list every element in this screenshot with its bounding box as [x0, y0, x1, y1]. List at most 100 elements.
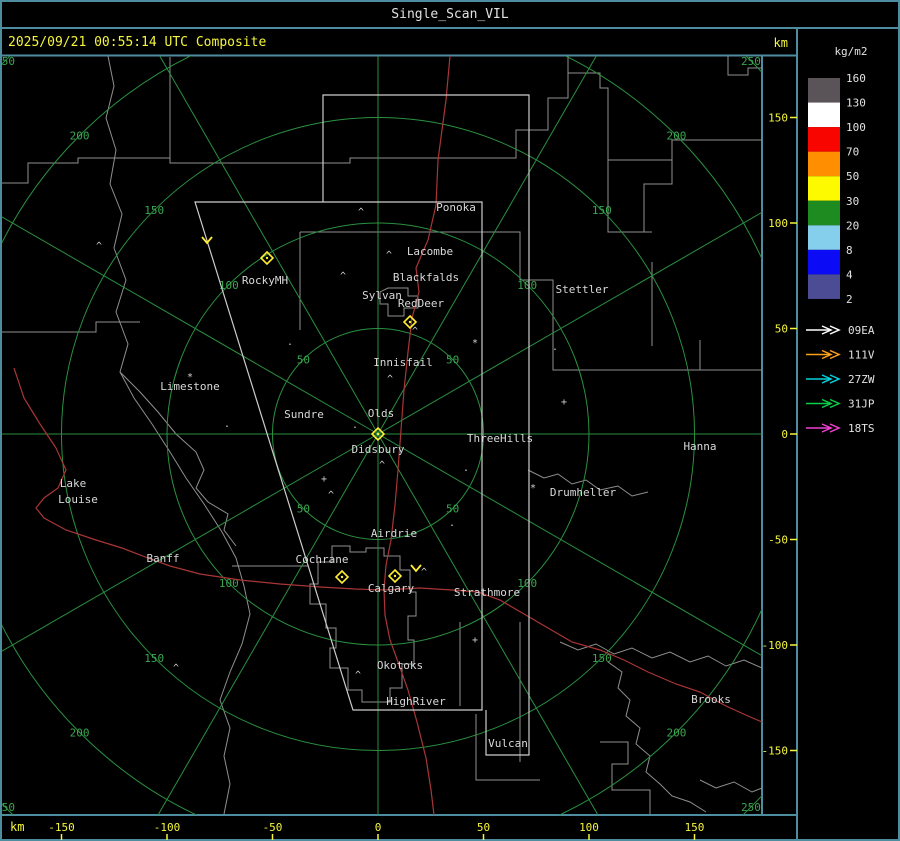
scale-value-label: 30: [846, 195, 859, 208]
city-label-lacombe: Lacombe: [407, 245, 453, 258]
city-label-strathmore: Strathmore: [454, 586, 520, 599]
scale-color-swatch: [808, 78, 840, 103]
range-ring-label: 150: [144, 204, 164, 217]
radar-site-dot: [340, 575, 344, 579]
scan-timestamp: 2025/09/21 00:55:14 UTC Composite: [8, 35, 266, 50]
storm-vector-arrow-icon: [410, 564, 422, 573]
county-line: [600, 741, 651, 814]
terrain-marker: ^: [387, 374, 393, 385]
city-label-banff: Banff: [146, 552, 179, 565]
scale-color-swatch: [808, 274, 840, 299]
radar-site-dot: [393, 574, 397, 578]
terrain-marker: *: [530, 483, 536, 494]
scale-color-swatch: [808, 102, 840, 128]
terrain-marker: .: [463, 463, 469, 474]
terrain-marker: ^: [412, 326, 418, 337]
range-ring-label: 200: [70, 726, 90, 739]
scale-value-label: 100: [846, 121, 866, 134]
scale-value-label: 50: [846, 170, 859, 183]
terrain-marker: .: [352, 420, 358, 431]
range-ring-label: 50: [297, 353, 310, 366]
county-line: [105, 56, 251, 815]
terrain-marker: .: [224, 419, 230, 430]
city-label-hanna: Hanna: [683, 440, 716, 453]
radar-site-dot: [265, 256, 269, 260]
terrain-marker: ^: [173, 663, 179, 674]
range-ring-label: 200: [666, 726, 686, 739]
track-id-label: 27ZW: [848, 373, 875, 386]
city-label-olds: Olds: [368, 407, 395, 420]
track-id-label: 31JP: [848, 398, 875, 411]
city-label-cochrane: Cochrane: [296, 553, 349, 566]
terrain-marker: ^: [358, 207, 364, 218]
terrain-marker: .: [449, 518, 455, 529]
terrain-marker: *: [187, 372, 193, 383]
county-line: [643, 140, 673, 232]
radar-site-dot: [408, 320, 412, 324]
county-line: [2, 157, 482, 184]
page-title: Single_Scan_VIL: [391, 7, 509, 22]
radar-app-window: Single_Scan_VIL 2025/09/21 00:55:14 UTC …: [0, 0, 900, 841]
range-ring-label: 150: [592, 204, 612, 217]
right-axis-label: 0: [781, 428, 788, 441]
scale-color-swatch: [808, 151, 840, 177]
scale-color-swatch: [808, 176, 840, 201]
city-label-sylvan: Sylvan: [362, 289, 402, 302]
legend-unit: kg/m2: [834, 45, 867, 58]
scale-color-swatch: [808, 225, 840, 250]
county-line: [482, 72, 762, 161]
bottom-axis-label: -150: [48, 821, 75, 834]
bottom-axis-label: -50: [263, 821, 283, 834]
bottom-axis-label: -100: [154, 821, 181, 834]
city-label-brooks: Brooks: [691, 693, 731, 706]
polar-grid: 50 5050 50100 100100 100150 150150 150200 20020…: [0, 55, 762, 815]
bottom-axis-unit: km: [10, 820, 24, 834]
city-label-vulcan: Vulcan: [488, 737, 528, 750]
scale-color-swatch: [808, 127, 840, 152]
terrain-marker: .: [287, 337, 293, 348]
terrain-marker: ^: [340, 271, 346, 282]
city-label-blackfalds: Blackfalds: [393, 271, 459, 284]
city-label-ponoka: Ponoka: [436, 201, 476, 214]
scale-value-label: 160: [846, 72, 866, 85]
right-axis-label: -100: [762, 639, 789, 652]
city-label-lake: Lake: [60, 477, 87, 490]
range-ring-label: 150: [144, 652, 164, 665]
right-axis-label: 150: [768, 112, 788, 125]
range-ring-label: 100: [517, 279, 537, 292]
color-scale-legend: 160 130 100 70 50 30 20 8 4 2 09EA 111V 27ZW 31JP 18TS: [806, 72, 875, 435]
city-label-innisfail: Innisfail: [373, 356, 433, 369]
terrain-marker: ^: [379, 460, 385, 471]
terrain-marker: *: [472, 338, 478, 349]
radar-display: Single_Scan_VIL 2025/09/21 00:55:14 UTC …: [0, 0, 900, 841]
track-id-label: 18TS: [848, 422, 875, 435]
city-label-drumheller: Drumheller: [550, 486, 617, 499]
county-line: [2, 321, 140, 333]
range-ring-label: 250: [0, 55, 15, 68]
right-axis-label: 100: [768, 217, 788, 230]
range-ring-label: 250: [0, 801, 15, 814]
scale-value-label: 8: [846, 244, 853, 257]
radar-site-dot: [376, 432, 380, 436]
range-ring-label: 50: [297, 503, 310, 516]
terrain-marker: ^: [328, 490, 334, 501]
window-frame: [0, 0, 900, 841]
county-line: [119, 371, 237, 547]
city-label-okotoks: Okotoks: [377, 659, 423, 672]
bottom-axis-label: 50: [477, 821, 490, 834]
city-label-rockymh: RockyMH: [242, 274, 288, 287]
range-ring-label: 50: [446, 353, 459, 366]
county-line: [607, 160, 652, 233]
range-ring-label: 200: [70, 130, 90, 143]
range-ring-label: 250: [741, 55, 761, 68]
city-label-highriver: HighRiver: [386, 695, 446, 708]
city-label-airdrie: Airdrie: [371, 527, 417, 540]
county-boundaries: [2, 56, 762, 815]
scale-color-swatch: [808, 249, 840, 275]
terrain-marker: +: [321, 474, 327, 485]
terrain-marker: ^: [386, 250, 392, 261]
range-ring-label: 100: [517, 577, 537, 590]
right-axis-label: 50: [775, 323, 788, 336]
terrain-marker: +: [472, 635, 478, 646]
right-axis-unit: km: [774, 36, 788, 50]
